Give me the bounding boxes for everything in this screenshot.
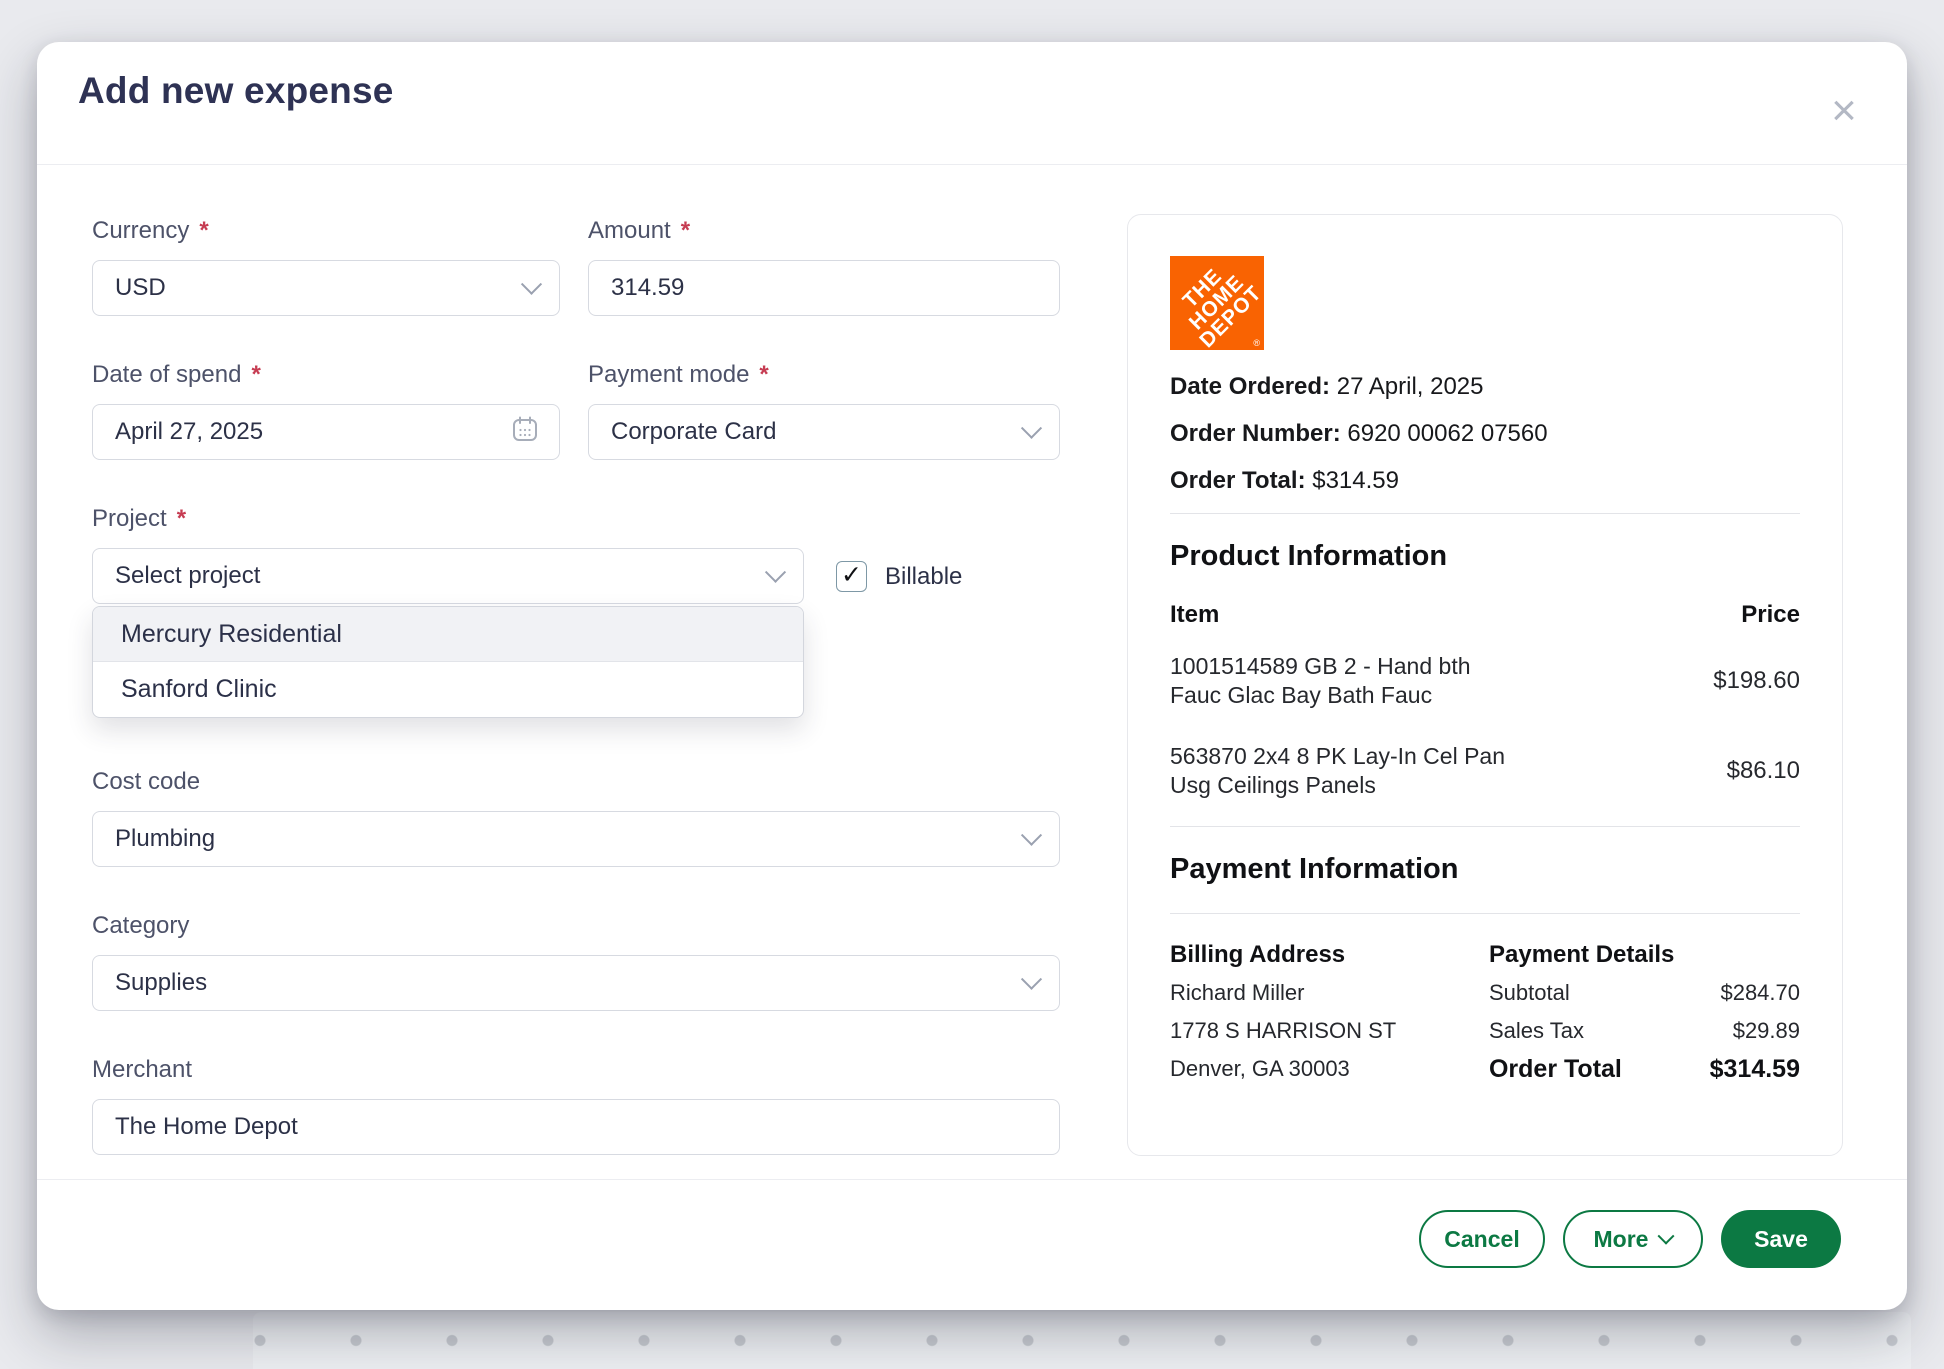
expense-form: Currency * USD Amount * 314.59 [92, 216, 1060, 1199]
project-placeholder: Select project [115, 562, 756, 590]
product-information-title: Product Information [1170, 538, 1800, 574]
required-asterisk: * [251, 360, 260, 390]
payment-mode-label: Payment mode * [588, 360, 1060, 390]
merchant-label: Merchant [92, 1055, 1060, 1085]
merchant-value: The Home Depot [115, 1113, 1039, 1141]
amount-input[interactable]: 314.59 [588, 260, 1060, 316]
more-button[interactable]: More [1563, 1210, 1703, 1268]
project-option-mercury-residential[interactable]: Mercury Residential [93, 607, 803, 662]
date-of-spend-value: April 27, 2025 [115, 418, 499, 446]
save-button[interactable]: Save [1721, 1210, 1841, 1268]
divider [1170, 826, 1800, 827]
billing-address-block: Billing Address Richard Miller 1778 S HA… [1170, 940, 1489, 1086]
page-background: Add new expense × Currency * USD [0, 0, 1944, 1369]
divider [1170, 513, 1800, 514]
cost-code-label: Cost code [92, 767, 1060, 797]
header-divider [37, 164, 1907, 165]
price-column-header: Price [1741, 600, 1800, 630]
payment-details-block: Payment Details Subtotal $284.70 Sales T… [1489, 940, 1800, 1086]
billing-address-title: Billing Address [1170, 940, 1489, 970]
close-icon: × [1831, 89, 1857, 133]
checkbox-check-icon: ✓ [841, 560, 862, 590]
order-number-line: Order Number: 6920 00062 07560 [1170, 419, 1800, 449]
billable-label: Billable [885, 563, 962, 591]
calendar-icon [511, 415, 539, 450]
merchant-input[interactable]: The Home Depot [92, 1099, 1060, 1155]
required-asterisk: * [199, 216, 208, 246]
cost-code-select[interactable]: Plumbing [92, 811, 1060, 867]
currency-select[interactable]: USD [92, 260, 560, 316]
item-price: $86.10 [1727, 757, 1800, 785]
footer-actions: Cancel More Save [1419, 1210, 1841, 1268]
order-total-line: Order Total: $314.59 [1170, 466, 1800, 496]
cancel-button[interactable]: Cancel [1419, 1210, 1545, 1268]
chevron-down-icon [765, 561, 786, 582]
backdrop-strip [253, 1312, 1911, 1369]
amount-label: Amount * [588, 216, 1060, 246]
item-column-header: Item [1170, 600, 1219, 630]
add-expense-modal: Add new expense × Currency * USD [37, 42, 1907, 1310]
chevron-down-icon [1658, 1228, 1675, 1245]
table-row: 563870 2x4 8 PK Lay-In Cel Pan Usg Ceili… [1170, 742, 1800, 800]
table-row: 1001514589 GB 2 - Hand bth Fauc Glac Bay… [1170, 652, 1800, 710]
chevron-down-icon [1021, 824, 1042, 845]
product-table-header: Item Price [1170, 600, 1800, 630]
order-summary: Date Ordered: 27 April, 2025 Order Numbe… [1170, 372, 1800, 496]
currency-value: USD [115, 274, 512, 302]
page-title: Add new expense [78, 70, 394, 112]
project-select[interactable]: Select project [92, 548, 804, 604]
payment-columns: Billing Address Richard Miller 1778 S HA… [1170, 940, 1800, 1086]
registered-mark: ® [1253, 338, 1260, 348]
category-select[interactable]: Supplies [92, 955, 1060, 1011]
home-depot-logo: THE HOME DEPOT ® [1170, 256, 1264, 350]
billable-checkbox[interactable]: ✓ [836, 561, 867, 592]
required-asterisk: * [681, 216, 690, 246]
date-of-spend-input[interactable]: April 27, 2025 [92, 404, 560, 460]
category-label: Category [92, 911, 1060, 941]
date-ordered-line: Date Ordered: 27 April, 2025 [1170, 372, 1800, 402]
required-asterisk: * [177, 504, 186, 534]
order-total-row: Order Total $314.59 [1489, 1052, 1800, 1086]
close-button[interactable]: × [1821, 88, 1867, 134]
chevron-down-icon [1021, 968, 1042, 989]
currency-label: Currency * [92, 216, 560, 246]
payment-mode-select[interactable]: Corporate Card [588, 404, 1060, 460]
subtotal-row: Subtotal $284.70 [1489, 978, 1800, 1008]
payment-mode-value: Corporate Card [611, 418, 1012, 446]
footer-divider [37, 1179, 1907, 1180]
project-dropdown-menu: Mercury Residential Sanford Clinic [92, 606, 804, 718]
chevron-down-icon [1021, 417, 1042, 438]
receipt-panel: THE HOME DEPOT ® Date Ordered: 27 April,… [1127, 214, 1843, 1156]
divider [1170, 913, 1800, 914]
cost-code-value: Plumbing [115, 825, 1012, 853]
date-of-spend-label: Date of spend * [92, 360, 560, 390]
backdrop-dots [253, 1312, 1911, 1369]
project-option-sanford-clinic[interactable]: Sanford Clinic [93, 662, 803, 717]
project-label: Project * [92, 504, 1060, 534]
payment-details-title: Payment Details [1489, 940, 1800, 970]
item-price: $198.60 [1713, 667, 1800, 695]
required-asterisk: * [759, 360, 768, 390]
category-value: Supplies [115, 969, 1012, 997]
payment-information-title: Payment Information [1170, 851, 1800, 887]
sales-tax-row: Sales Tax $29.89 [1489, 1016, 1800, 1046]
amount-value: 314.59 [611, 274, 1039, 302]
chevron-down-icon [521, 273, 542, 294]
